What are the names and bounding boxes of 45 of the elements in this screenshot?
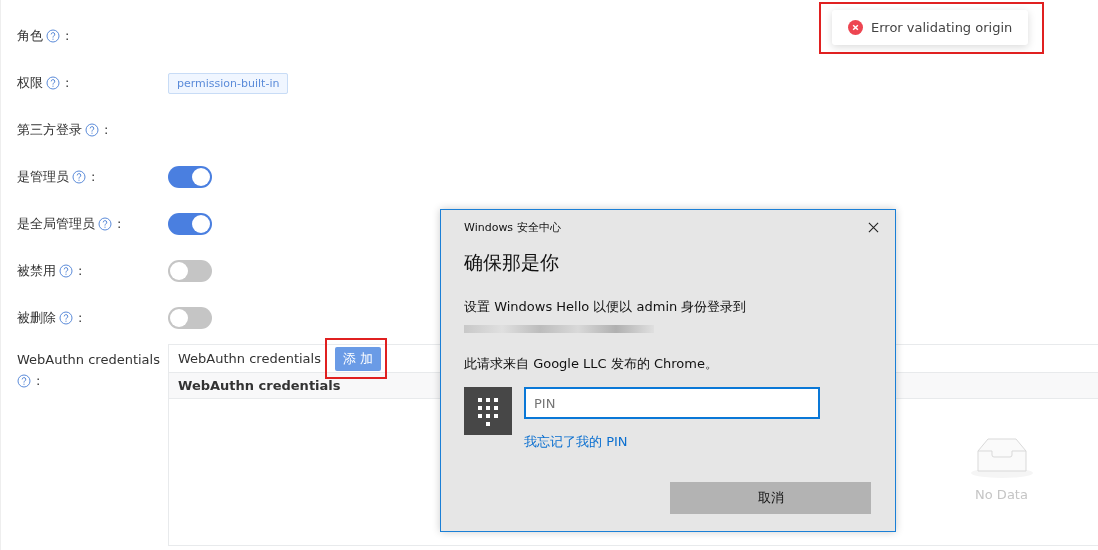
help-icon[interactable] [46,28,60,43]
field-label: 是全局管理员 [17,214,95,233]
label-colon: : [104,122,109,137]
empty-inbox-icon [969,437,1034,479]
toggle-switch[interactable] [168,165,212,188]
dialog-heading: 确保那是你 [464,250,560,275]
label-colon: : [65,75,70,90]
error-icon [848,20,863,35]
label-colon: : [36,373,41,388]
label-colon: : [78,263,83,278]
field-label: 被禁用 [17,261,56,280]
cancel-button[interactable]: 取消 [670,482,871,514]
label-colon: : [91,169,96,184]
toggle-switch[interactable] [168,306,212,329]
field-label: 第三方登录 [17,120,82,139]
help-icon[interactable] [59,310,73,325]
field-label: WebAuthn credentials [17,352,160,367]
help-icon[interactable] [98,216,112,231]
toggle-switch[interactable] [168,259,212,282]
help-icon[interactable] [46,75,60,90]
label-colon: : [78,310,83,325]
label-colon: : [65,28,70,43]
field-label: 权限 [17,73,43,92]
pin-field[interactable]: PIN [524,387,820,419]
table-title: WebAuthn credentials [178,351,321,366]
field-label: 是管理员 [17,167,69,186]
keypad-icon [464,387,512,435]
help-icon[interactable] [72,169,86,184]
request-source: 此请求来自 Google LLC 发布的 Chrome。 [464,355,719,373]
toggle-switch[interactable] [168,212,212,235]
close-icon[interactable] [868,221,879,233]
add-button[interactable]: 添 加 [334,346,382,371]
field-label: 被删除 [17,308,56,327]
column-header: WebAuthn credentials [178,378,341,393]
help-icon[interactable] [17,373,31,388]
help-icon[interactable] [59,263,73,278]
empty-text: No Data [975,487,1028,502]
permission-tag: permission-built-in [168,73,289,94]
field-label: 角色 [17,26,43,45]
help-icon[interactable] [85,122,99,137]
dialog-title: Windows 安全中心 [464,219,561,235]
toast-message: Error validating origin [871,20,1013,35]
label-colon: : [117,216,122,231]
forgot-pin-link[interactable]: 我忘记了我的 PIN [524,433,820,451]
dialog-message: 设置 Windows Hello 以便以 admin 身份登录到 [464,298,748,316]
